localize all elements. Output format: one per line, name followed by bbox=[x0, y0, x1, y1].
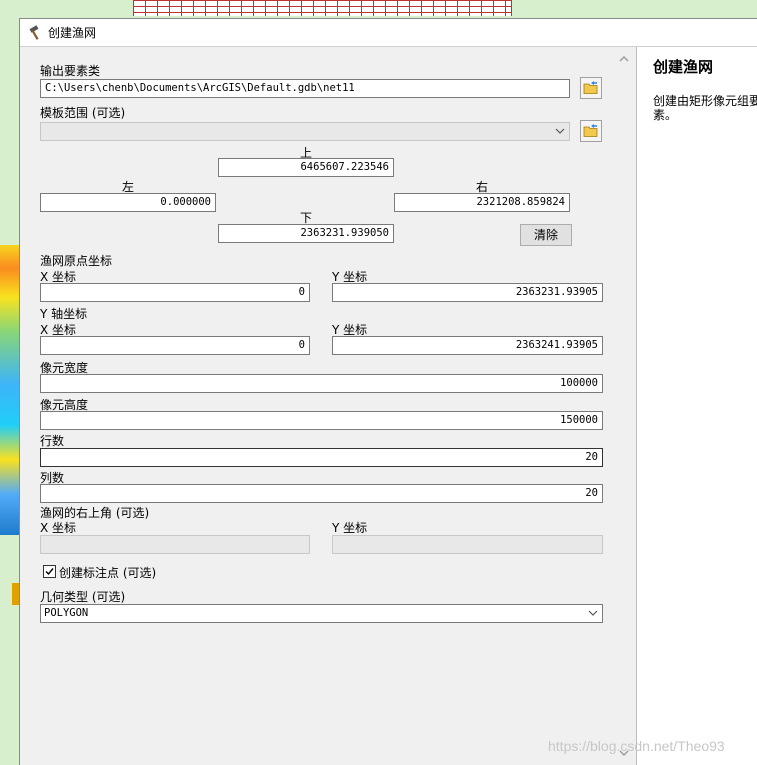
extent-top-input[interactable]: 6465607.223546 bbox=[218, 158, 394, 177]
help-pane: 创建渔网 创建由矩形像元组要素。 bbox=[637, 47, 757, 765]
browse-template-button[interactable] bbox=[580, 120, 602, 142]
cell-height-input[interactable]: 150000 bbox=[40, 411, 603, 430]
y-axis-label: Y 轴坐标 bbox=[40, 307, 88, 321]
clear-extent-button[interactable]: 清除 bbox=[520, 224, 572, 246]
origin-label: 渔网原点坐标 bbox=[40, 254, 113, 268]
help-title: 创建渔网 bbox=[653, 58, 714, 76]
tool-dialog: 创建渔网 输出要素类 C:\Users\chenb\Documents\ArcG… bbox=[19, 18, 757, 765]
geometry-type-dropdown[interactable]: POLYGON bbox=[40, 604, 603, 623]
y-axis-y-input[interactable]: 2363241.93905 bbox=[332, 336, 603, 355]
map-raster-background bbox=[0, 245, 20, 535]
map-grid-background bbox=[133, 0, 512, 16]
chevron-down-icon bbox=[555, 128, 565, 134]
chevron-up-icon[interactable] bbox=[618, 53, 630, 65]
extent-right-input[interactable]: 2321208.859824 bbox=[394, 193, 570, 212]
rows-label: 行数 bbox=[40, 434, 65, 448]
output-feature-class-input[interactable]: C:\Users\chenb\Documents\ArcGIS\Default.… bbox=[40, 79, 570, 98]
chevron-down-icon bbox=[588, 610, 598, 616]
extent-bottom-input[interactable]: 2363231.939050 bbox=[218, 224, 394, 243]
title-bar[interactable]: 创建渔网 bbox=[20, 19, 757, 47]
browse-output-button[interactable] bbox=[580, 77, 602, 99]
columns-input[interactable]: 20 bbox=[40, 484, 603, 503]
parameters-pane: 输出要素类 C:\Users\chenb\Documents\ArcGIS\De… bbox=[20, 47, 616, 765]
template-extent-label: 模板范围 (可选) bbox=[40, 106, 126, 120]
opposite-corner-x-input[interactable] bbox=[40, 535, 310, 554]
watermark-text: https://blog.csdn.net/Theo93 bbox=[548, 738, 725, 754]
parameters-scrollbar[interactable] bbox=[616, 47, 632, 765]
rows-input[interactable]: 20 bbox=[40, 448, 603, 467]
template-extent-dropdown[interactable] bbox=[40, 122, 570, 141]
help-text: 创建由矩形像元组要素。 bbox=[653, 94, 757, 122]
geometry-type-label: 几何类型 (可选) bbox=[40, 590, 126, 604]
hammer-icon bbox=[29, 24, 39, 40]
opposite-corner-x-label: X 坐标 bbox=[40, 521, 77, 535]
create-labels-checkbox[interactable] bbox=[43, 565, 56, 578]
folder-icon bbox=[583, 124, 598, 137]
opposite-corner-y-label: Y 坐标 bbox=[332, 521, 368, 535]
create-labels-label: 创建标注点 (可选) bbox=[59, 566, 157, 580]
folder-icon bbox=[583, 81, 598, 94]
window-title: 创建渔网 bbox=[48, 26, 97, 40]
origin-y-input[interactable]: 2363231.93905 bbox=[332, 283, 603, 302]
opposite-corner-y-input[interactable] bbox=[332, 535, 603, 554]
geometry-type-value: POLYGON bbox=[44, 607, 89, 619]
origin-x-input[interactable]: 0 bbox=[40, 283, 310, 302]
extent-left-input[interactable]: 0.000000 bbox=[40, 193, 216, 212]
cell-width-input[interactable]: 100000 bbox=[40, 374, 603, 393]
y-axis-x-input[interactable]: 0 bbox=[40, 336, 310, 355]
output-feature-class-label: 输出要素类 bbox=[40, 64, 101, 78]
checkmark-icon bbox=[45, 568, 54, 576]
